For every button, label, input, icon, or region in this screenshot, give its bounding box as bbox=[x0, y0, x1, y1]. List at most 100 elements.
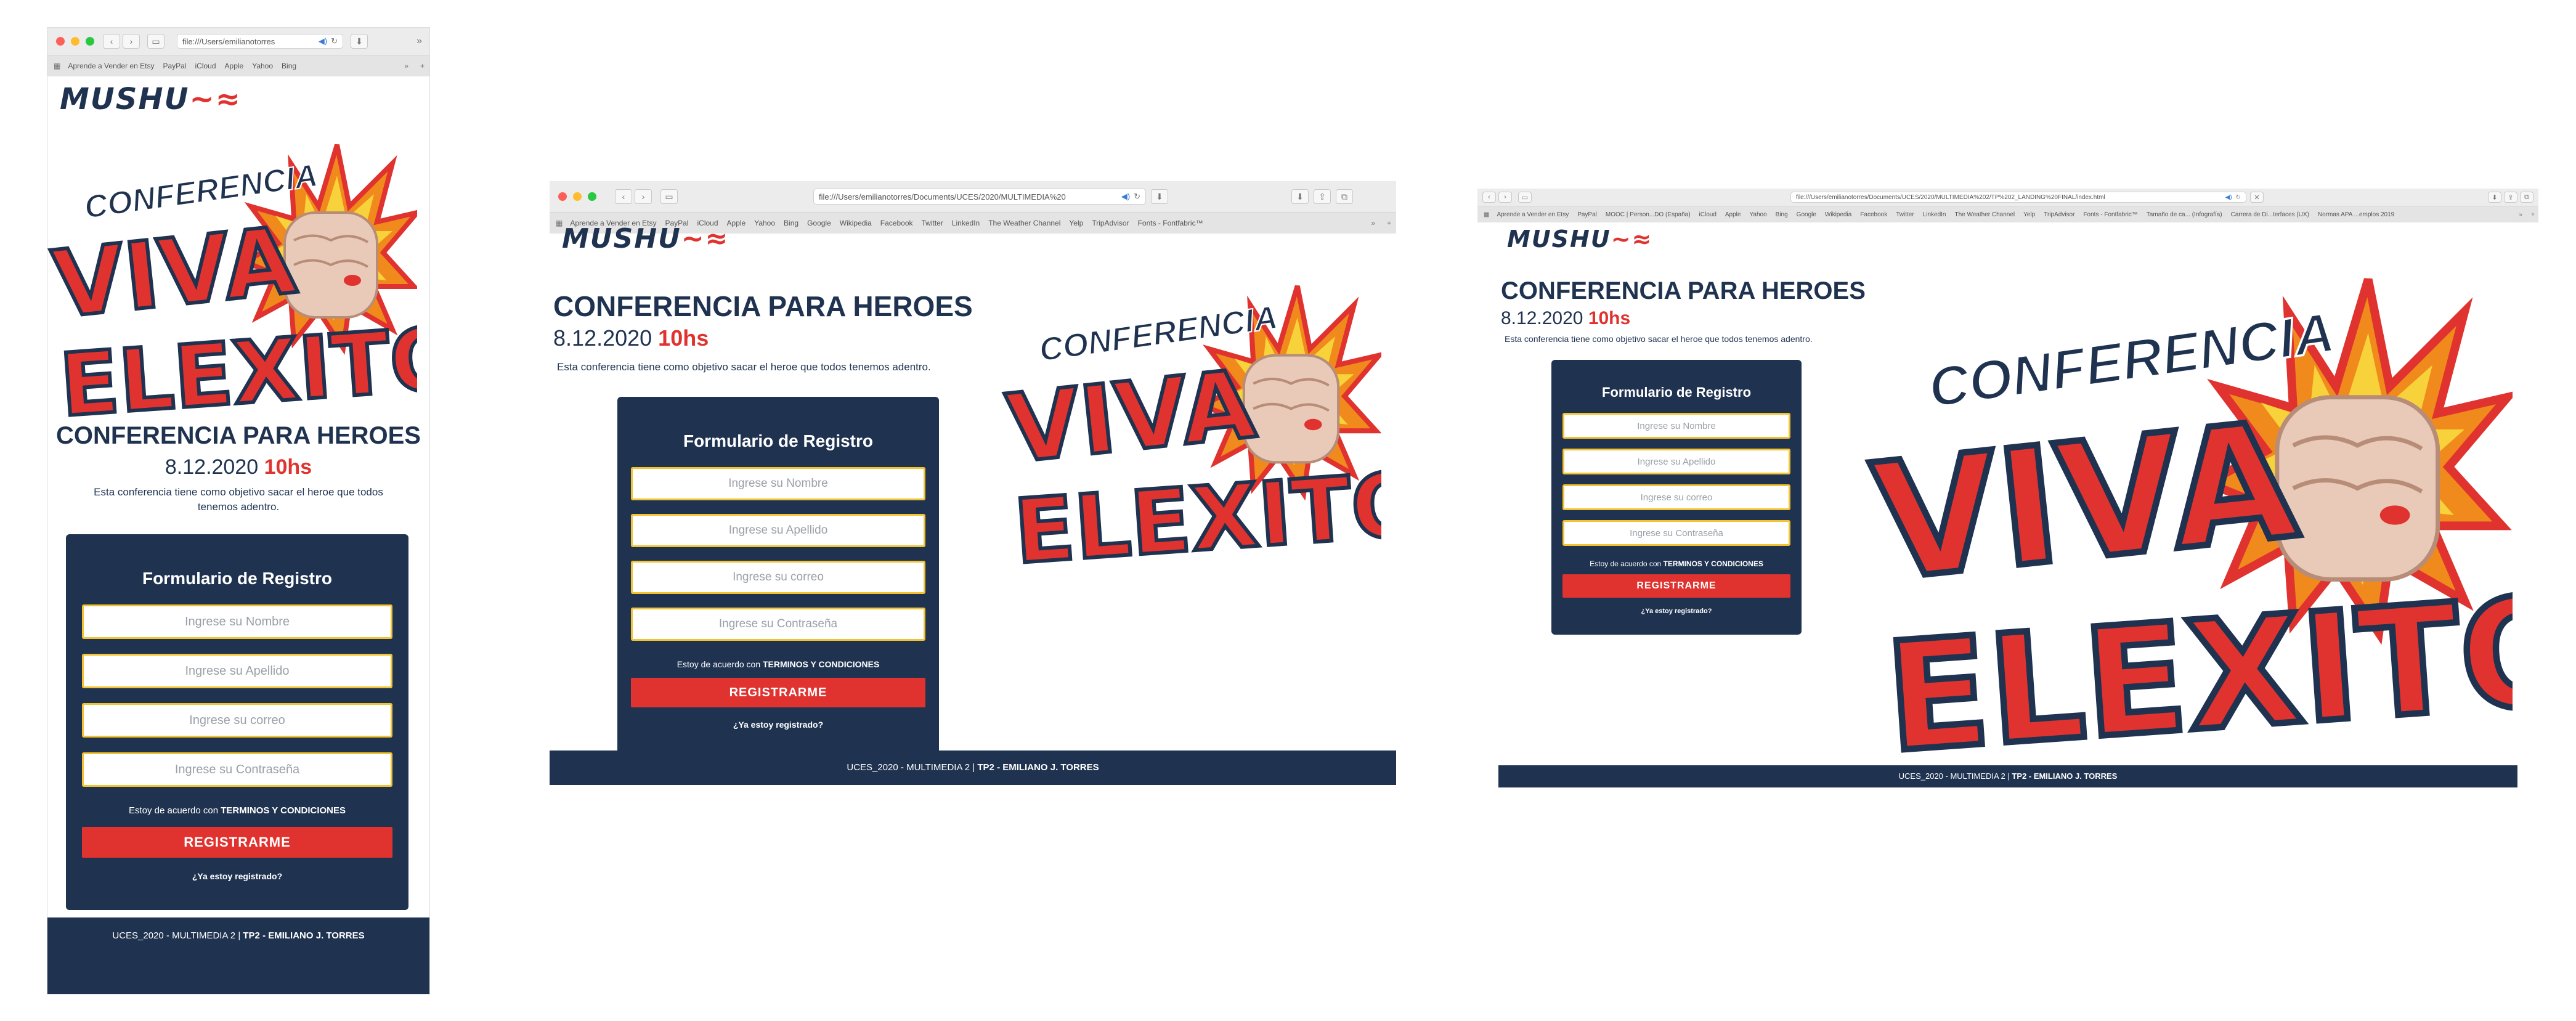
back-icon[interactable]: ‹ bbox=[103, 34, 120, 49]
favorite-link[interactable]: Carrera de Di...terfaces (UX) bbox=[2231, 211, 2309, 218]
tabs-overview-icon[interactable]: ⧉ bbox=[1336, 189, 1353, 204]
favorite-link[interactable]: Twitter bbox=[1896, 211, 1914, 218]
new-tab-icon[interactable]: + bbox=[420, 62, 425, 70]
favorite-link[interactable]: MOOC | Person...DO (España) bbox=[1606, 211, 1691, 218]
window-controls[interactable] bbox=[558, 192, 596, 201]
favorite-link[interactable]: Wikipedia bbox=[840, 219, 872, 227]
favorite-link[interactable]: LinkedIn bbox=[952, 219, 980, 227]
surname-input[interactable] bbox=[1562, 449, 1790, 474]
register-button[interactable]: REGISTRARME bbox=[82, 827, 392, 858]
already-registered-link[interactable]: ¿Ya estoy registrado? bbox=[1551, 608, 1802, 615]
favorites-more-icon[interactable]: » bbox=[404, 62, 408, 70]
downloads-icon[interactable]: ⬇ bbox=[2488, 192, 2501, 203]
favorite-link[interactable]: Apple bbox=[1725, 211, 1741, 218]
forward-icon[interactable]: › bbox=[1498, 192, 1512, 203]
reload-icon[interactable]: ↻ bbox=[1134, 192, 1140, 201]
name-input[interactable] bbox=[631, 467, 925, 500]
favorite-link[interactable]: Yahoo bbox=[1749, 211, 1766, 218]
reload-icon[interactable]: ↻ bbox=[2236, 194, 2241, 201]
favorite-link[interactable]: Fonts - Fontfabric™ bbox=[1138, 219, 1203, 227]
favorites-more-icon[interactable]: » bbox=[1371, 219, 1375, 227]
password-input[interactable] bbox=[82, 752, 392, 787]
forward-icon[interactable]: › bbox=[123, 34, 140, 49]
window-controls[interactable] bbox=[56, 37, 94, 46]
favorite-link[interactable]: Aprende a Vender en Etsy bbox=[1497, 211, 1569, 218]
password-input[interactable] bbox=[631, 608, 925, 641]
tabs-overview-icon[interactable]: ⧉ bbox=[2520, 192, 2533, 203]
sidebar-icon[interactable]: ▭ bbox=[1518, 192, 1532, 203]
download-icon[interactable]: ⬇ bbox=[1151, 189, 1168, 204]
already-registered-link[interactable]: ¿Ya estoy registrado? bbox=[617, 720, 939, 730]
more-tabs-icon[interactable]: » bbox=[416, 36, 422, 47]
minimize-window-icon[interactable] bbox=[573, 192, 582, 201]
favorite-link[interactable]: Yelp bbox=[2023, 211, 2035, 218]
mushu-logo[interactable]: MUSHU~≈ bbox=[562, 223, 729, 254]
address-bar[interactable]: file:///Users/emilianotorres/Documents/U… bbox=[1790, 192, 2246, 203]
close-window-icon[interactable] bbox=[558, 192, 567, 201]
favorite-link[interactable]: Wikipedia bbox=[1825, 211, 1851, 218]
minimize-window-icon[interactable] bbox=[71, 37, 79, 46]
favorite-link[interactable]: PayPal bbox=[163, 62, 186, 70]
favorite-link[interactable]: Apple bbox=[225, 62, 244, 70]
name-input[interactable] bbox=[1562, 413, 1790, 439]
share-icon[interactable]: ⇪ bbox=[2504, 192, 2517, 203]
password-input[interactable] bbox=[1562, 520, 1790, 546]
terms-link[interactable]: TERMINOS Y CONDICIONES bbox=[221, 805, 346, 816]
email-input[interactable] bbox=[631, 561, 925, 594]
favorite-link[interactable]: Apple bbox=[727, 219, 746, 227]
favorite-link[interactable]: Google bbox=[1797, 211, 1816, 218]
register-button[interactable]: REGISTRARME bbox=[631, 678, 925, 707]
favorite-link[interactable]: Yahoo bbox=[754, 219, 775, 227]
favorite-link[interactable]: Normas APA ...emplos 2019 bbox=[2318, 211, 2394, 218]
favorite-link[interactable]: The Weather Channel bbox=[1954, 211, 2015, 218]
favorite-link[interactable]: Fonts - Fontfabric™ bbox=[2083, 211, 2137, 218]
new-tab-icon[interactable]: + bbox=[1387, 219, 1391, 227]
favorite-link[interactable]: PayPal bbox=[1577, 211, 1597, 218]
address-bar[interactable]: file:///Users/emilianotorres/Documents/U… bbox=[813, 189, 1146, 205]
favorite-link[interactable]: TripAdvisor bbox=[2044, 211, 2074, 218]
favorite-link[interactable]: LinkedIn bbox=[1923, 211, 1946, 218]
zoom-window-icon[interactable] bbox=[588, 192, 596, 201]
new-tab-icon[interactable]: + bbox=[2531, 211, 2535, 218]
close-tab-icon[interactable]: ✕ bbox=[2250, 192, 2264, 203]
mushu-logo[interactable]: MUSHU~≈ bbox=[60, 82, 242, 116]
close-window-icon[interactable] bbox=[56, 37, 65, 46]
favorite-link[interactable]: Bing bbox=[784, 219, 798, 227]
favorite-link[interactable]: Facebook bbox=[880, 219, 913, 227]
favorite-link[interactable]: Yelp bbox=[1069, 219, 1083, 227]
favorite-link[interactable]: Google bbox=[807, 219, 831, 227]
email-input[interactable] bbox=[1562, 484, 1790, 510]
share-icon[interactable]: ⇪ bbox=[1314, 189, 1331, 204]
zoom-window-icon[interactable] bbox=[86, 37, 94, 46]
favorite-link[interactable]: Bing bbox=[1776, 211, 1788, 218]
mushu-logo[interactable]: MUSHU~≈ bbox=[1507, 226, 1652, 253]
grid-icon[interactable]: ▦ bbox=[1484, 211, 1489, 218]
sidebar-icon[interactable]: ▭ bbox=[147, 34, 165, 49]
name-input[interactable] bbox=[82, 604, 392, 639]
favorite-link[interactable]: Twitter bbox=[922, 219, 943, 227]
favorite-link[interactable]: iCloud bbox=[195, 62, 216, 70]
surname-input[interactable] bbox=[631, 514, 925, 547]
address-bar[interactable]: file:///Users/emilianotorres ◀) ↻ bbox=[177, 34, 343, 49]
favorite-link[interactable]: Aprende a Vender en Etsy bbox=[68, 62, 154, 70]
favorite-link[interactable]: Bing bbox=[282, 62, 296, 70]
audio-icon[interactable]: ◀) bbox=[319, 36, 327, 46]
favorite-link[interactable]: The Weather Channel bbox=[988, 219, 1060, 227]
favorite-link[interactable]: TripAdvisor bbox=[1092, 219, 1129, 227]
terms-link[interactable]: TERMINOS Y CONDICIONES bbox=[763, 659, 879, 669]
register-button[interactable]: REGISTRARME bbox=[1562, 574, 1790, 598]
favorite-link[interactable]: Facebook bbox=[1860, 211, 1887, 218]
download-icon[interactable]: ⬇ bbox=[351, 34, 368, 49]
reload-icon[interactable]: ↻ bbox=[331, 36, 338, 46]
downloads-icon[interactable]: ⬇ bbox=[1291, 189, 1309, 204]
forward-icon[interactable]: › bbox=[635, 189, 652, 204]
back-icon[interactable]: ‹ bbox=[1482, 192, 1496, 203]
sidebar-icon[interactable]: ▭ bbox=[660, 189, 678, 204]
surname-input[interactable] bbox=[82, 654, 392, 688]
back-icon[interactable]: ‹ bbox=[615, 189, 632, 204]
already-registered-link[interactable]: ¿Ya estoy registrado? bbox=[66, 871, 408, 881]
favorite-link[interactable]: Yahoo bbox=[252, 62, 273, 70]
audio-icon[interactable]: ◀) bbox=[2225, 194, 2232, 201]
email-input[interactable] bbox=[82, 703, 392, 738]
favorite-link[interactable]: Tamaño de ca... (Infografía) bbox=[2147, 211, 2222, 218]
